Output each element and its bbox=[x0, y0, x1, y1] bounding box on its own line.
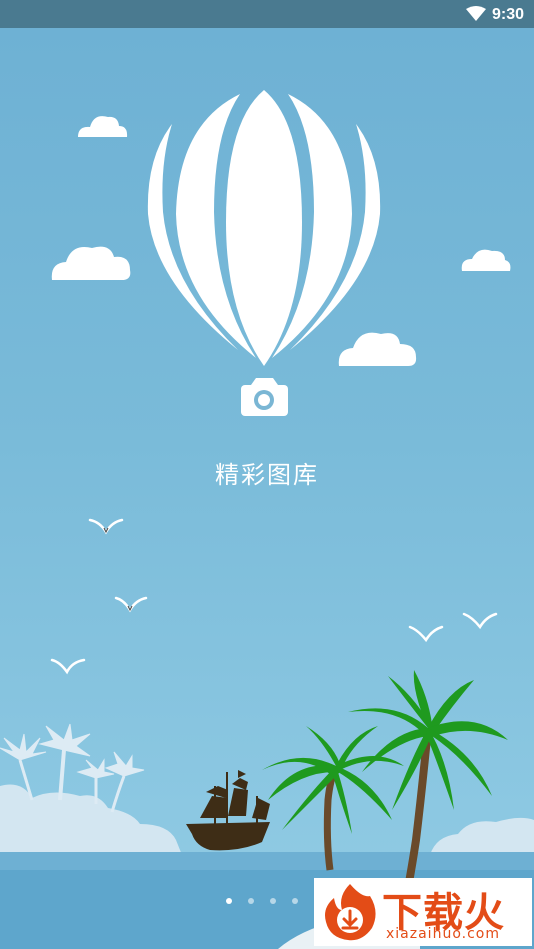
status-bar: 9:30 bbox=[0, 0, 534, 28]
cloud-icon bbox=[461, 249, 511, 271]
bird-icon bbox=[50, 658, 86, 675]
page-dot[interactable] bbox=[248, 898, 254, 904]
camera-icon bbox=[241, 378, 288, 416]
left-island-mist bbox=[0, 784, 182, 855]
bird-icon bbox=[408, 625, 444, 643]
flame-logo-icon bbox=[325, 884, 376, 941]
status-time: 9:30 bbox=[491, 6, 524, 23]
page-dot[interactable] bbox=[292, 898, 298, 904]
page-dot[interactable] bbox=[226, 898, 232, 904]
splash-screen: 9:30 精彩图库 下载火 xiazaihuo.com bbox=[0, 0, 534, 949]
cloud-icon bbox=[78, 116, 128, 137]
right-island-mist bbox=[430, 817, 534, 855]
wifi-icon bbox=[466, 6, 486, 21]
cloud-icon bbox=[51, 246, 131, 280]
bird-icon bbox=[88, 518, 124, 535]
watermark-domain: xiazaihuo.com bbox=[386, 926, 500, 942]
cloud-icon bbox=[338, 332, 417, 366]
hot-air-balloon-icon bbox=[147, 90, 381, 366]
page-indicator bbox=[226, 898, 320, 904]
ship-icon bbox=[186, 770, 270, 851]
app-title: 精彩图库 bbox=[215, 461, 319, 489]
bird-icon bbox=[462, 612, 498, 630]
page-dot[interactable] bbox=[270, 898, 276, 904]
palm-tree-icon bbox=[262, 726, 404, 871]
watermark: 下载火 xiazaihuo.com bbox=[314, 878, 532, 946]
